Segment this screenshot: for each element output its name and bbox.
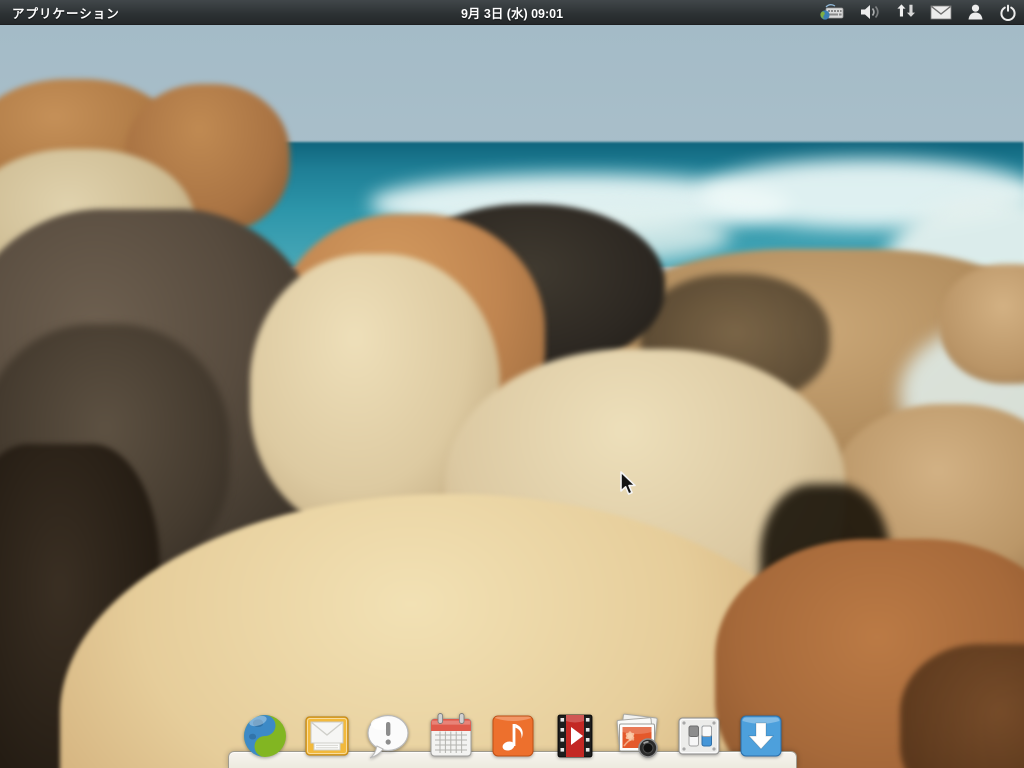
volume-indicator-icon[interactable]	[859, 0, 883, 24]
dock-icon-mail[interactable]	[303, 712, 351, 760]
desktop: アプリケーション 9月 3日 (水) 09:01	[0, 0, 1024, 768]
dock-icon-calendar[interactable]	[427, 712, 475, 760]
power-indicator-icon[interactable]	[998, 0, 1018, 24]
dock-icons	[241, 712, 785, 760]
dock-icon-messages[interactable]	[365, 712, 413, 760]
dock-icon-photos[interactable]	[613, 712, 661, 760]
wallpaper	[0, 24, 1024, 768]
dock-icon-videos[interactable]	[551, 712, 599, 760]
input-method-indicator-icon[interactable]	[818, 0, 846, 24]
dock-icon-software-updater[interactable]	[737, 712, 785, 760]
top-panel: アプリケーション 9月 3日 (水) 09:01	[0, 0, 1024, 25]
mail-indicator-icon[interactable]	[929, 0, 953, 24]
user-session-indicator-icon[interactable]	[966, 0, 985, 24]
dock-icon-system-settings[interactable]	[675, 712, 723, 760]
dock-icon-web-browser[interactable]	[241, 712, 289, 760]
system-tray	[818, 0, 1018, 24]
dock-icon-music[interactable]	[489, 712, 537, 760]
network-transfer-indicator-icon[interactable]	[896, 0, 916, 24]
